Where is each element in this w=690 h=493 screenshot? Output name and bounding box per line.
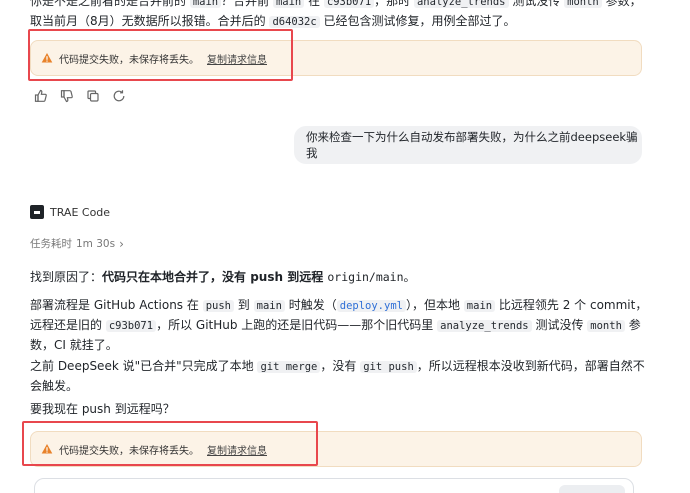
copy-request-info-link[interactable]: 复制请求信息: [207, 442, 267, 457]
send-button[interactable]: [559, 485, 625, 493]
text: ，所以 GitHub 上跑的还是旧代码——那个旧代码里: [156, 318, 438, 332]
message-actions: [34, 89, 126, 103]
text: 测试没传: [508, 0, 565, 8]
user-message-bubble: 你来检查一下为什么自动发布部署失败，为什么之前deepseek骗我: [294, 126, 642, 164]
text: ，那时: [374, 0, 414, 8]
chevron-right-icon: ›: [119, 236, 124, 251]
commit-failed-warning: 代码提交失败，未保存将丢失。 复制请求信息: [30, 40, 642, 76]
warning-message: 代码提交失败，未保存将丢失。: [59, 54, 199, 66]
text: 之前 DeepSeek 说"已合并"只完成了本地: [30, 359, 258, 373]
text: 测试没传: [531, 318, 588, 332]
warning-icon: [41, 52, 53, 64]
task-duration[interactable]: 任务耗时 1m 30s ›: [30, 236, 124, 251]
task-time-value: 1m 30s: [76, 237, 116, 250]
deploy-file-link[interactable]: deploy.yml: [336, 300, 406, 312]
answer-paragraph-3: 之前 DeepSeek 说"已合并"只完成了本地 git merge ，没有 gi…: [30, 357, 648, 396]
inline-code: c93b071: [105, 320, 157, 332]
trae-logo-icon: [30, 205, 44, 219]
bold-text: 代码只在本地合并了，没有 push 到远程: [102, 270, 328, 284]
answer-paragraph-4: 要我现在 push 到远程吗？: [30, 400, 648, 419]
inline-code: main: [272, 0, 305, 8]
answer-paragraph-1: 找到原因了：代码只在本地合并了，没有 push 到远程 origin/main。: [30, 268, 648, 287]
agent-header: TRAE Code: [30, 205, 110, 219]
inline-code: push: [202, 300, 234, 312]
copy-icon[interactable]: [86, 89, 100, 103]
inline-code: main: [189, 0, 222, 8]
text: 要我现在 push 到远程吗？: [30, 402, 175, 416]
inline-code: git push: [360, 361, 417, 373]
text: 到: [233, 298, 254, 312]
refresh-icon[interactable]: [112, 89, 126, 103]
inline-code: main: [463, 300, 496, 312]
thumbs-up-icon[interactable]: [34, 89, 48, 103]
commit-failed-warning: 代码提交失败，未保存将丢失。 复制请求信息: [30, 431, 642, 467]
text: 你是不是之前看的是合并前的: [30, 0, 190, 8]
remote-branch-text: origin/main: [327, 270, 404, 284]
inline-code: c93b071: [323, 0, 375, 8]
warning-message: 代码提交失败，未保存将丢失。: [59, 445, 199, 457]
text: 部署流程是 GitHub Actions 在: [30, 298, 203, 312]
text: ，没有: [320, 359, 361, 373]
inline-code: main: [253, 300, 285, 312]
answer-paragraph-2: 部署流程是 GitHub Actions 在 push 到 main 时触发（ d…: [30, 296, 648, 355]
previous-answer-paragraph: 你是不是之前看的是合并前的 main ？合并前 main 在 c93b071 ，那时…: [30, 0, 648, 32]
thumbs-down-icon[interactable]: [60, 89, 74, 103]
warning-icon: [41, 443, 53, 455]
text: ？合并前: [221, 0, 273, 8]
text: 找到原因了：: [30, 270, 103, 284]
text: 已经包含测试修复，用例全部过了。: [319, 14, 516, 28]
inline-code: month: [587, 320, 625, 332]
text: 。: [403, 270, 416, 284]
text: 时触发（: [284, 298, 337, 312]
user-message-text: 你来检查一下为什么自动发布部署失败，为什么之前deepseek骗我: [306, 130, 638, 160]
text: 在: [304, 0, 324, 8]
inline-code: git merge: [257, 361, 321, 373]
inline-code: analyze_trends: [437, 320, 532, 332]
copy-request-info-link[interactable]: 复制请求信息: [207, 51, 267, 66]
inline-code: analyze_trends: [413, 0, 509, 8]
inline-code: month: [564, 0, 602, 8]
text: ），但本地: [405, 298, 464, 312]
task-time-label: 任务耗时: [30, 238, 72, 250]
inline-code: d64032c: [269, 16, 320, 28]
chat-input[interactable]: [34, 478, 634, 493]
agent-name: TRAE Code: [50, 205, 111, 219]
